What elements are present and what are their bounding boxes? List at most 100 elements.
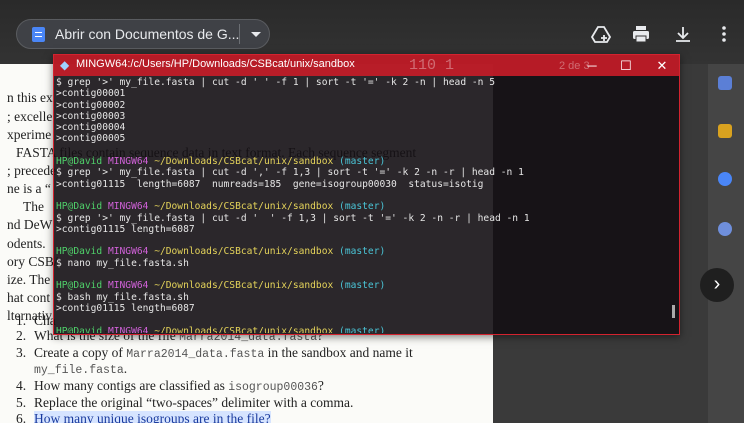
background-reflection-text: 110 1 [409,57,455,74]
terminal-line: >contig01115 length=6087 [56,224,666,235]
question-code: my_file.fasta [34,364,124,377]
pdf-text-line: hat cont [7,290,51,305]
terminal-text-segment: HP@David [56,156,108,168]
question-text: Replace the original “two-spaces” delimi… [34,395,354,410]
print-icon[interactable] [631,24,651,44]
pdf-text-line: xperime [7,127,52,142]
side-tasks-icon[interactable] [718,172,732,186]
terminal-line: >contig00003 [56,111,666,122]
question-text: Create a copy of [34,345,127,360]
terminal-text-segment: HP@David [56,325,108,333]
terminal-text-segment: ~/Downloads/CSBcat/unix/sandbox [154,280,340,292]
terminal-text-segment: >contig01115 length=6087 [56,302,195,314]
terminal-text-segment: ~/Downloads/CSBcat/unix/sandbox [154,201,340,213]
terminal-text-segment: $ grep '>' my_file.fasta | cut -d ' ' -f… [56,77,495,88]
terminal-text-segment: MINGW64 [107,280,155,292]
terminal-text-segment: ~/Downloads/CSBcat/unix/sandbox [154,156,340,168]
question-number: 1. [16,313,27,328]
pdf-text-line: ory CSB/ [7,254,58,269]
chevron-down-icon[interactable] [251,32,261,37]
mingw-icon: ◆ [60,58,70,72]
minimize-button[interactable]: ─ [575,55,609,76]
terminal-line: HP@David MINGW64 ~/Downloads/CSBcat/unix… [56,326,666,333]
drive-add-icon[interactable] [590,24,612,44]
side-keep-icon[interactable] [718,124,732,138]
maximize-button[interactable]: ☐ [609,55,643,76]
terminal-text-segment: $ grep '>' my_file.fasta | cut -d ',' -f… [56,167,524,179]
terminal-line: $ grep '>' my_file.fasta | cut -d ' ' -f… [56,77,666,88]
download-icon[interactable] [673,24,693,44]
question-text-end: in the sandbox and name it [264,345,413,360]
pdf-text-line: n this ex [7,90,53,105]
side-app-icon[interactable] [718,76,732,90]
terminal-line: >contig00004 [56,122,666,133]
question-item: 5. Replace the original “two-spaces” deli… [16,395,353,411]
terminal-line: >contig00005 [56,133,666,144]
next-page-button[interactable]: › [700,268,734,302]
terminal-line: >contig00002 [56,100,666,111]
side-contacts-icon[interactable] [718,222,732,236]
pdf-text-line: ne is a “ [7,181,51,196]
question-number: 2. [16,328,27,343]
terminal-text-segment: (master) [339,201,386,213]
pdf-text-line: nd DeW [7,217,53,232]
terminal-output[interactable]: $ grep '>' my_file.fasta | cut -d ' ' -f… [56,77,666,333]
terminal-text-segment: (master) [339,156,386,168]
question-text: How many contigs are classified as [34,378,229,393]
open-with-docs-button[interactable]: Abrir con Documentos de G... [16,19,270,49]
terminal-text-segment: (master) [339,325,386,333]
question-item: 1. Cha [16,313,56,329]
terminal-text-segment: MINGW64 [107,325,155,333]
terminal-line: $ grep '>' my_file.fasta | cut -d ' ' -f… [56,213,666,224]
terminal-text-segment: >contig00005 [56,133,126,145]
question-number: 5. [16,395,27,410]
terminal-text-segment: >contig00001 [56,88,126,100]
question-item: my_file.fasta. [16,361,127,377]
more-vert-icon[interactable] [714,24,734,44]
terminal-titlebar[interactable]: ◆ MINGW64:/c/Users/HP/Downloads/CSBcat/u… [54,55,679,76]
terminal-text-segment: MINGW64 [107,156,155,168]
terminal-line: $ nano my_file.fasta.sh [56,258,666,269]
terminal-text-segment: MINGW64 [107,246,155,258]
terminal-scrollbar[interactable] [672,305,675,318]
terminal-line: $ bash my_file.fasta.sh [56,292,666,303]
question-item: 3. Create a copy of Marra2014_data.fasta … [16,345,413,361]
google-docs-icon [32,26,45,42]
terminal-text-segment: (master) [339,246,386,258]
terminal-line: HP@David MINGW64 ~/Downloads/CSBcat/unix… [56,201,666,212]
terminal-text-segment: $ grep '>' my_file.fasta | cut -d ' ' -f… [56,212,530,224]
terminal-text-segment: $ bash my_file.fasta.sh [56,291,189,303]
question-text: How many unique isogroups are in the fil… [34,411,271,423]
question-item: 4. How many contigs are classified as iso… [16,378,324,394]
terminal-text-segment: HP@David [56,246,108,258]
terminal-text-segment: ~/Downloads/CSBcat/unix/sandbox [154,325,340,333]
question-number: 6. [16,411,27,423]
terminal-line: $ grep '>' my_file.fasta | cut -d ',' -f… [56,167,666,178]
close-button[interactable]: ✕ [645,55,679,76]
terminal-text-segment: MINGW64 [107,201,155,213]
terminal-window[interactable]: ◆ MINGW64:/c/Users/HP/Downloads/CSBcat/u… [53,54,680,335]
terminal-text-segment: >contig00003 [56,110,126,122]
terminal-text-segment: (master) [339,280,386,292]
pdf-text-line: The [23,199,44,214]
question-number: 3. [16,345,27,360]
terminal-text-segment: >contig01115 length=6087 [56,223,195,235]
terminal-title: MINGW64:/c/Users/HP/Downloads/CSBcat/uni… [76,58,355,70]
terminal-line: >contig00001 [56,88,666,99]
question-text-end: . [123,361,128,376]
question-item: 6. How many unique isogroups are in the f… [16,411,271,423]
pdf-text-line: ; excelle [7,109,53,124]
question-text-end: ? [317,378,324,393]
terminal-text-segment: ~/Downloads/CSBcat/unix/sandbox [154,246,340,258]
terminal-line: HP@David MINGW64 ~/Downloads/CSBcat/unix… [56,246,666,257]
question-code: isogroup00036 [228,381,318,394]
pdf-text-line: ; precede [7,163,57,178]
terminal-line: >contig01115 length=6087 [56,303,666,314]
button-divider [239,24,240,44]
open-with-label: Abrir con Documentos de G... [55,26,240,42]
